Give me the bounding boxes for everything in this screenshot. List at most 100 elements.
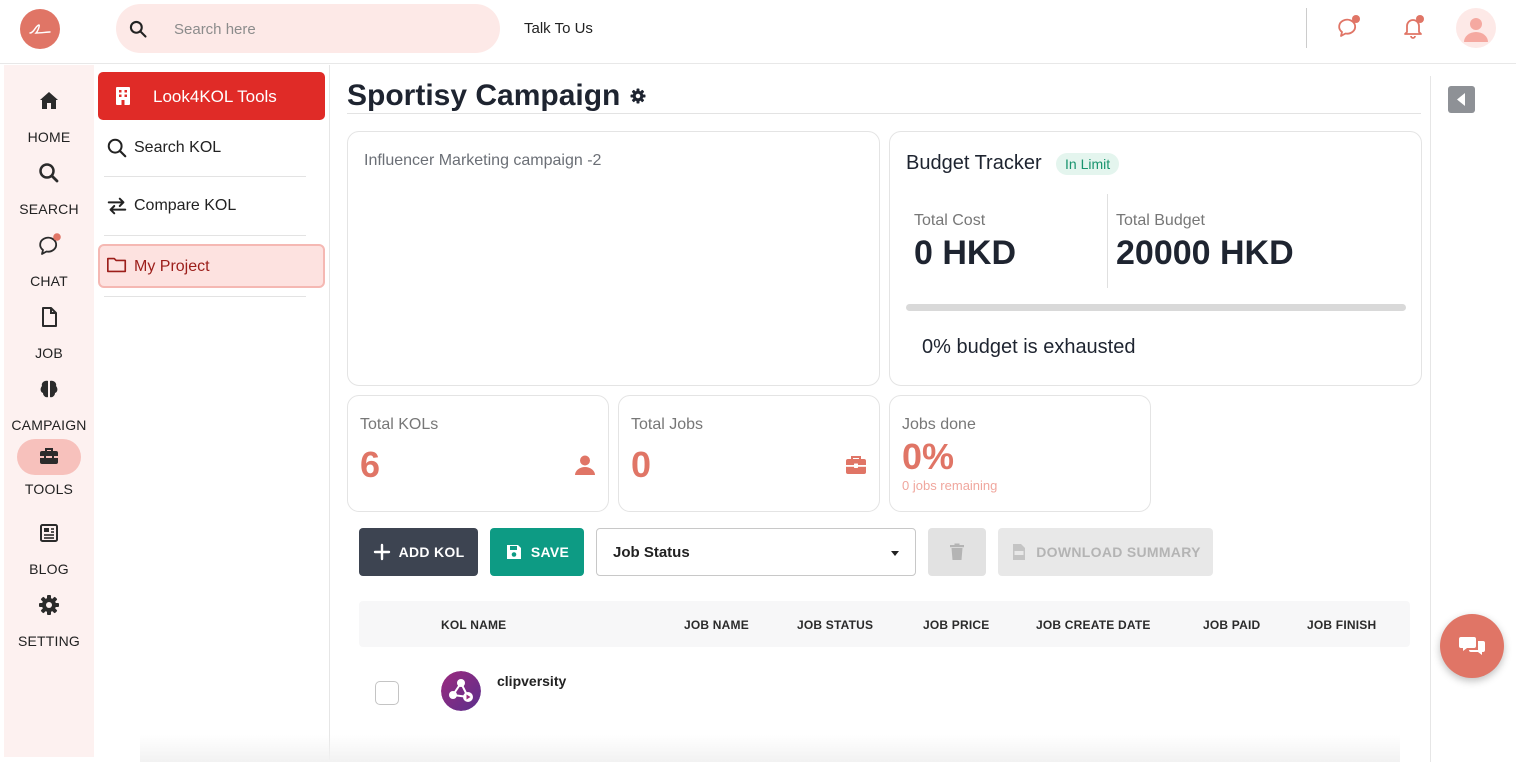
- column-header[interactable]: JOB NAME: [684, 618, 749, 632]
- nav-search[interactable]: SEARCH: [4, 155, 94, 221]
- talk-to-us-link[interactable]: Talk To Us: [524, 20, 593, 37]
- row-checkbox[interactable]: [375, 681, 399, 705]
- nav-label: TOOLS: [24, 481, 74, 497]
- table-row[interactable]: clipversity: [359, 655, 1410, 745]
- nav-blog[interactable]: BLOG: [4, 515, 94, 581]
- stat-value: 0: [631, 444, 652, 485]
- divider: [347, 113, 1421, 114]
- column-header[interactable]: JOB CREATE DATE: [1036, 618, 1151, 632]
- stat-card-total-jobs: Total Jobs 0: [618, 395, 880, 512]
- folder-icon: [107, 257, 127, 273]
- document-icon: [42, 307, 57, 327]
- nav-setting[interactable]: SETTING: [4, 587, 94, 653]
- kol-avatar: [441, 671, 481, 711]
- nav-chat[interactable]: CHAT: [4, 227, 94, 293]
- nav-label: CAMPAIGN: [11, 417, 87, 433]
- caret-down-icon: [891, 551, 899, 556]
- plus-icon: [373, 543, 390, 561]
- brain-icon: [40, 380, 58, 398]
- search-bar: [116, 4, 500, 53]
- user-avatar-icon[interactable]: [1456, 8, 1496, 48]
- budget-exhausted-text: 0% budget is exhausted: [922, 336, 1136, 358]
- main-content: Sportisy Campaign Influencer Marketing c…: [331, 65, 1431, 762]
- download-summary-button[interactable]: DOWNLOAD SUMMARY: [998, 528, 1213, 576]
- page-title: Sportisy Campaign: [347, 79, 621, 112]
- column-header[interactable]: KOL NAME: [441, 618, 506, 632]
- main-nav-rail: HOME SEARCH CHAT JOB CAMPAIGN TOOLS BLOG…: [4, 65, 94, 757]
- table-header: KOL NAME JOB NAME JOB STATUS JOB PRICE J…: [359, 601, 1410, 647]
- nav-label: SEARCH: [19, 201, 79, 217]
- nav-label: HOME: [27, 129, 71, 145]
- button-label: SAVE: [530, 544, 570, 560]
- button-label: DOWNLOAD SUMMARY: [1036, 544, 1201, 560]
- stat-card-total-kols: Total KOLs 6: [347, 395, 609, 512]
- tool-search-kol[interactable]: Search KOL: [98, 127, 325, 171]
- tool-label: My Project: [134, 258, 210, 275]
- trash-icon: [950, 543, 964, 560]
- nav-label: CHAT: [30, 273, 68, 289]
- nav-campaign[interactable]: CAMPAIGN: [4, 371, 94, 437]
- stat-subtext: 0 jobs remaining: [902, 478, 998, 493]
- stat-label: Total Jobs: [631, 416, 704, 433]
- column-header[interactable]: JOB PRICE: [923, 618, 989, 632]
- delete-button[interactable]: [928, 528, 986, 576]
- gear-icon[interactable]: [629, 87, 647, 105]
- campaign-description-card: Influencer Marketing campaign -2: [347, 131, 880, 386]
- nav-label: BLOG: [29, 561, 69, 577]
- kol-name[interactable]: clipversity: [497, 673, 566, 689]
- caret-left-icon: [1457, 93, 1465, 106]
- user-icon: [575, 455, 595, 475]
- tool-my-project[interactable]: My Project: [98, 244, 325, 288]
- newspaper-icon: [40, 524, 58, 542]
- arrows-exchange-icon: [107, 197, 127, 215]
- total-cost-value: 0 HKD: [914, 234, 1017, 272]
- job-status-select[interactable]: Job Status: [596, 528, 916, 576]
- divider: [104, 296, 306, 297]
- logo-icon[interactable]: [20, 9, 60, 49]
- chat-icon[interactable]: [1337, 15, 1361, 39]
- bell-icon[interactable]: [1401, 15, 1425, 39]
- tools-panel: Look4KOL Tools Search KOL Compare KOL My…: [94, 65, 330, 762]
- stat-value: 0%: [902, 436, 955, 477]
- nav-home[interactable]: HOME: [4, 83, 94, 149]
- tools-title: Look4KOL Tools: [153, 87, 277, 106]
- tool-compare-kol[interactable]: Compare KOL: [98, 185, 325, 229]
- scroll-fade: [140, 735, 1400, 762]
- top-header: Talk To Us: [0, 0, 1516, 64]
- divider: [1107, 194, 1108, 288]
- stat-card-jobs-done: Jobs done 0% 0 jobs remaining: [889, 395, 1151, 512]
- tool-label: Compare KOL: [134, 197, 237, 214]
- column-header[interactable]: JOB FINISH: [1307, 618, 1376, 632]
- collapse-panel-button[interactable]: [1448, 86, 1475, 113]
- chat-bubbles-icon: [1459, 637, 1485, 655]
- column-header[interactable]: JOB STATUS: [797, 618, 873, 632]
- total-cost-label: Total Cost: [914, 212, 986, 229]
- search-icon: [107, 138, 127, 158]
- nav-tools[interactable]: TOOLS: [4, 439, 94, 505]
- live-chat-button[interactable]: [1440, 614, 1504, 678]
- pdf-file-icon: [1013, 544, 1026, 560]
- column-header[interactable]: JOB PAID: [1203, 618, 1260, 632]
- tool-label: Search KOL: [134, 139, 222, 156]
- stat-label: Jobs done: [902, 416, 976, 433]
- stat-value: 6: [360, 444, 381, 485]
- budget-progress-bar: [906, 304, 1406, 311]
- nav-label: JOB: [35, 345, 63, 361]
- status-badge: In Limit: [1056, 153, 1120, 175]
- nav-label: SETTING: [17, 633, 81, 649]
- search-input[interactable]: [174, 16, 474, 42]
- nav-job[interactable]: JOB: [4, 299, 94, 365]
- budget-title: Budget Tracker: [906, 152, 1042, 174]
- briefcase-icon: [846, 456, 866, 474]
- search-icon: [39, 163, 59, 183]
- divider: [1430, 76, 1431, 762]
- tools-header: Look4KOL Tools: [98, 72, 325, 120]
- total-budget-value: 20000 HKD: [1116, 234, 1294, 272]
- save-button[interactable]: SAVE: [490, 528, 584, 576]
- divider: [104, 235, 306, 236]
- budget-tracker-card: Budget Tracker In Limit Total Cost 0 HKD…: [889, 131, 1422, 386]
- home-icon: [40, 92, 58, 109]
- campaign-description: Influencer Marketing campaign -2: [364, 152, 602, 169]
- add-kol-button[interactable]: ADD KOL: [359, 528, 478, 576]
- header-divider: [1306, 8, 1307, 48]
